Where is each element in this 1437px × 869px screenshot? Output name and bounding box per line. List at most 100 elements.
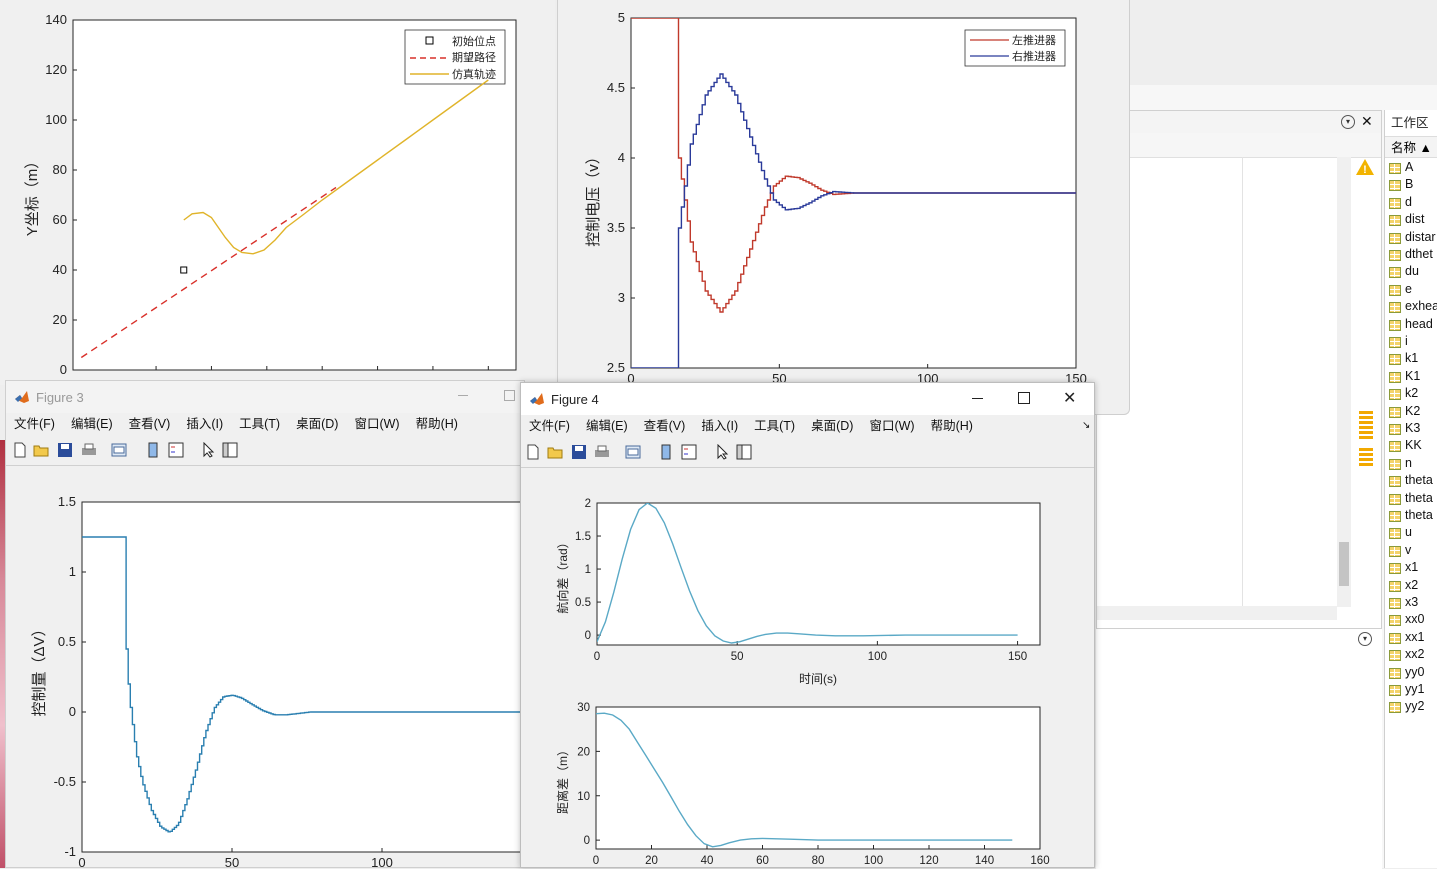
link-plot-icon[interactable] <box>111 442 127 458</box>
close-icon[interactable]: ✕ <box>1361 113 1373 130</box>
variable-grid-icon <box>1389 215 1401 227</box>
y-tick-label: 60 <box>53 212 67 227</box>
workspace-variable[interactable]: distar <box>1387 230 1436 247</box>
y-tick-label: 3 <box>618 290 625 305</box>
workspace-variable[interactable]: B <box>1387 177 1413 194</box>
title-bar: Figure 4 ✕ <box>521 383 1094 415</box>
maximize-icon[interactable] <box>504 390 515 401</box>
workspace-variable[interactable]: e <box>1387 282 1412 299</box>
menu-view[interactable]: 查看(V) <box>644 415 686 437</box>
variable-grid-icon <box>1389 580 1401 592</box>
close-icon[interactable]: ✕ <box>1063 388 1076 408</box>
menu-window[interactable]: 窗口(W) <box>354 413 399 435</box>
workspace-variable[interactable]: u <box>1387 525 1412 542</box>
menu-view[interactable]: 查看(V) <box>129 413 171 435</box>
workspace-variable[interactable]: K2 <box>1387 404 1420 421</box>
menu-file[interactable]: 文件(F) <box>14 413 55 435</box>
menu-desktop[interactable]: 桌面(D) <box>811 415 853 437</box>
open-file-icon[interactable] <box>33 442 49 458</box>
workspace-variable[interactable]: dist <box>1387 212 1424 229</box>
horizontal-scrollbar[interactable] <box>1097 606 1337 620</box>
scrollbar-thumb[interactable] <box>1339 542 1349 586</box>
new-figure-icon[interactable] <box>12 442 28 458</box>
workspace-variable[interactable]: yy0 <box>1387 665 1424 682</box>
legend-label-desired-path: 期望路径 <box>452 51 496 64</box>
menu-insert[interactable]: 插入(I) <box>186 413 223 435</box>
legend-icon[interactable] <box>681 444 697 460</box>
workspace-variable[interactable]: du <box>1387 264 1419 281</box>
new-figure-icon[interactable] <box>525 444 541 460</box>
variable-grid-icon <box>1389 545 1401 557</box>
workspace-variable[interactable]: yy2 <box>1387 699 1424 716</box>
workspace-variable[interactable]: x2 <box>1387 578 1418 595</box>
menu-file[interactable]: 文件(F) <box>529 415 570 437</box>
workspace-variable[interactable]: head <box>1387 317 1433 334</box>
variable-name: distar <box>1405 229 1436 244</box>
dock-arrow-icon[interactable]: ↘ <box>1082 415 1090 437</box>
workspace-variable[interactable]: theta <box>1387 491 1433 508</box>
workspace-variable[interactable]: n <box>1387 456 1412 473</box>
workspace-variable[interactable]: yy1 <box>1387 682 1424 699</box>
menu-help[interactable]: 帮助(H) <box>931 415 973 437</box>
y-tick-label: 0 <box>60 362 67 377</box>
variable-grid-icon <box>1389 319 1401 331</box>
minimize-icon[interactable] <box>458 395 468 396</box>
menu-desktop[interactable]: 桌面(D) <box>296 413 338 435</box>
save-icon[interactable] <box>571 444 587 460</box>
pointer-icon[interactable] <box>200 442 216 458</box>
variable-name: n <box>1405 455 1412 470</box>
property-editor-icon[interactable] <box>736 444 752 460</box>
pointer-icon[interactable] <box>714 444 730 460</box>
property-editor-icon[interactable] <box>222 442 238 458</box>
workspace-variable[interactable]: exhea <box>1387 299 1437 316</box>
matlab-logo-icon <box>529 391 545 407</box>
variable-name: A <box>1405 160 1414 174</box>
menu-insert[interactable]: 插入(I) <box>701 415 738 437</box>
workspace-variable[interactable]: KK <box>1387 438 1422 455</box>
menu-edit[interactable]: 编辑(E) <box>586 415 628 437</box>
menu-window[interactable]: 窗口(W) <box>869 415 914 437</box>
print-icon[interactable] <box>81 442 97 458</box>
menu-tools[interactable]: 工具(T) <box>754 415 795 437</box>
open-file-icon[interactable] <box>547 444 563 460</box>
legend: 初始位点 期望路径 仿真轨迹 <box>404 29 506 85</box>
colorbar-icon[interactable] <box>658 444 674 460</box>
legend-icon[interactable] <box>168 442 184 458</box>
colorbar-icon[interactable] <box>145 442 161 458</box>
workspace-variable[interactable]: K1 <box>1387 369 1420 386</box>
vertical-scrollbar[interactable] <box>1337 157 1351 607</box>
link-plot-icon[interactable] <box>625 444 641 460</box>
menu-help[interactable]: 帮助(H) <box>416 413 458 435</box>
workspace-variable[interactable]: d <box>1387 195 1412 212</box>
workspace-variable[interactable]: v <box>1387 543 1411 560</box>
workspace-variable[interactable]: theta <box>1387 508 1433 525</box>
maximize-icon[interactable] <box>1018 392 1030 404</box>
workspace-variable[interactable]: theta <box>1387 473 1433 490</box>
distance-x-tick-label: 80 <box>812 855 825 867</box>
menu-tools[interactable]: 工具(T) <box>239 413 280 435</box>
workspace-variable[interactable]: A <box>1387 160 1413 177</box>
toolbar <box>521 439 1094 468</box>
matlab-logo-icon <box>14 389 30 405</box>
code-analyzer-markers[interactable] <box>1359 411 1373 471</box>
workspace-variable[interactable]: xx2 <box>1387 647 1424 664</box>
variable-name: du <box>1405 264 1419 279</box>
minimize-icon[interactable] <box>972 398 983 399</box>
panel-menu-icon[interactable]: ▾ <box>1341 115 1355 129</box>
warning-icon[interactable]: ! <box>1355 157 1375 177</box>
workspace-variable[interactable]: i <box>1387 334 1408 351</box>
workspace-column-header[interactable]: 名称 ▲ <box>1385 136 1437 158</box>
heading-x-tick-label: 50 <box>731 651 744 663</box>
workspace-variable[interactable]: xx1 <box>1387 630 1424 647</box>
workspace-variable[interactable]: k2 <box>1387 386 1418 403</box>
workspace-variable[interactable]: xx0 <box>1387 612 1424 629</box>
workspace-variable[interactable]: dthet <box>1387 247 1433 264</box>
panel-menu-icon[interactable]: ▾ <box>1358 632 1372 646</box>
workspace-variable[interactable]: K3 <box>1387 421 1420 438</box>
menu-edit[interactable]: 编辑(E) <box>71 413 113 435</box>
workspace-variable[interactable]: x1 <box>1387 560 1418 577</box>
print-icon[interactable] <box>594 444 610 460</box>
workspace-variable[interactable]: k1 <box>1387 351 1418 368</box>
workspace-variable[interactable]: x3 <box>1387 595 1418 612</box>
save-icon[interactable] <box>57 442 73 458</box>
